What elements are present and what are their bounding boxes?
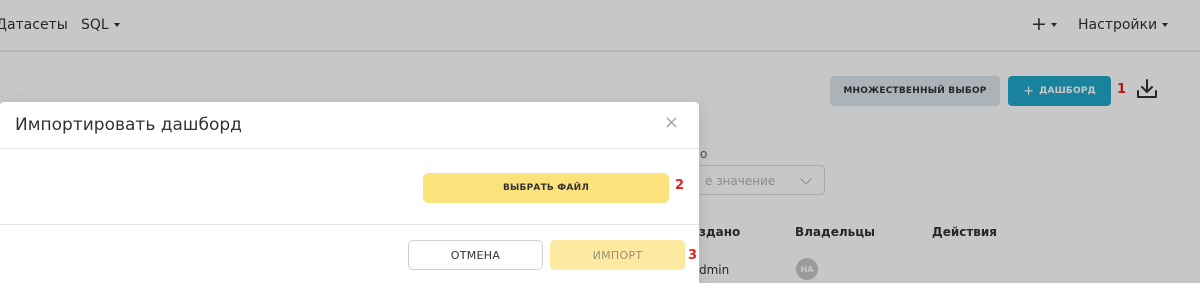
step-number-2: 2 bbox=[675, 178, 685, 193]
modal-title: Импортировать дашборд bbox=[15, 115, 242, 135]
import-button[interactable]: ИМПОРТ bbox=[550, 240, 685, 270]
step-number-3: 3 bbox=[688, 248, 698, 263]
close-icon[interactable]: × bbox=[664, 114, 679, 132]
import-dashboard-modal: Импортировать дашборд × ВЫБРАТЬ ФАЙЛ 2 О… bbox=[0, 102, 699, 283]
choose-file-button[interactable]: ВЫБРАТЬ ФАЙЛ bbox=[423, 173, 669, 203]
cancel-button[interactable]: ОТМЕНА bbox=[408, 240, 543, 270]
choose-file-label: ВЫБРАТЬ ФАЙЛ bbox=[502, 183, 590, 193]
import-label: ИМПОРТ bbox=[592, 248, 643, 262]
modal-header: Импортировать дашборд × bbox=[0, 102, 699, 149]
cancel-label: ОТМЕНА bbox=[450, 248, 501, 262]
